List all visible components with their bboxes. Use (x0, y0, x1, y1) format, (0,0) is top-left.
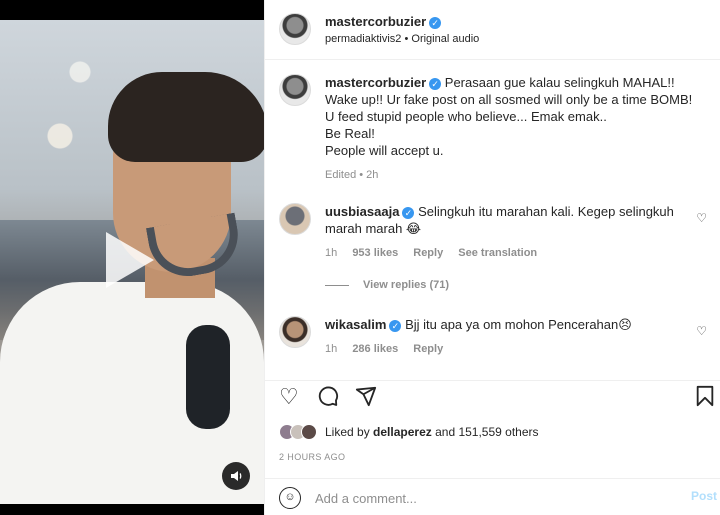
comment-time: 1h (325, 247, 338, 259)
see-translation-button[interactable]: See translation (458, 247, 537, 259)
sound-icon[interactable] (222, 462, 250, 490)
person-hair (108, 72, 264, 162)
caption-line: Perasaan gue kalau selingkuh MAHAL!! (444, 75, 675, 90)
emoji-icon[interactable]: ☺ (279, 487, 301, 509)
caption-avatar[interactable] (279, 74, 311, 106)
bookmark-glyph (696, 385, 714, 407)
comment-item: wikasalim ✓ Bjj itu apa ya om mohon Pence… (279, 316, 709, 366)
sunglasses (186, 325, 230, 429)
likes-prefix: Liked by (325, 425, 370, 439)
audio-subtitle[interactable]: permadiaktivis2 • Original audio (325, 33, 479, 45)
comment-item: uusbiasaaja ✓ Selingkuh itu marahan kali.… (279, 203, 709, 273)
post-details-panel: mastercorbuzier ✓ permadiaktivis2 • Origi… (264, 0, 720, 515)
verified-badge-icon: ✓ (429, 77, 442, 90)
reply-button[interactable]: Reply (413, 343, 443, 355)
caption-line: Be Real! (325, 126, 375, 141)
heart-icon[interactable]: ♡ (279, 385, 299, 409)
caption-line: People will accept u. (325, 143, 444, 158)
post-button[interactable]: Post (691, 489, 717, 503)
comment-likes[interactable]: 953 likes (352, 247, 398, 259)
caption-meta: Edited • 2h (325, 169, 379, 181)
liker-username[interactable]: dellaperez (373, 425, 432, 439)
caption-line: U feed stupid people who believe... Emak… (325, 109, 607, 124)
comment-input[interactable] (315, 487, 675, 509)
comment-glyph (318, 386, 339, 406)
comment-body: wikasalim ✓ Bjj itu apa ya om mohon Pence… (325, 316, 705, 358)
likes-suffix[interactable]: and 151,559 others (435, 425, 538, 439)
post-viewer: mastercorbuzier ✓ permadiaktivis2 • Origi… (0, 0, 720, 515)
play-icon[interactable] (106, 232, 154, 288)
comment-meta: 1h 286 likes Reply (325, 341, 705, 358)
comment-meta: 1h 953 likes Reply See translation (325, 245, 705, 262)
heart-icon[interactable]: ♡ (696, 211, 707, 225)
comment-text: Bjj itu apa ya om mohon Pencerahan😣 (405, 317, 632, 332)
author-avatar[interactable] (279, 13, 311, 45)
heart-icon[interactable]: ♡ (696, 324, 707, 338)
speaker-glyph (231, 471, 242, 481)
post-date: 2 HOURS AGO (279, 452, 346, 462)
comment-icon[interactable] (317, 385, 339, 412)
likes-text: Liked by dellaperez and 151,559 others (325, 425, 539, 439)
caption-line: Wake up!! Ur fake post on all sosmed wil… (325, 92, 693, 107)
caption-body: mastercorbuzier ✓ Perasaan gue kalau seli… (325, 74, 705, 184)
share-glyph (355, 386, 377, 407)
view-replies-button[interactable]: View replies (71) (325, 279, 449, 291)
commenter-avatar[interactable] (279, 203, 311, 235)
caption-username[interactable]: mastercorbuzier (325, 75, 426, 90)
verified-badge-icon: ✓ (402, 206, 415, 219)
caption: mastercorbuzier ✓ Perasaan gue kalau seli… (279, 74, 709, 184)
commenter-avatar[interactable] (279, 316, 311, 348)
action-bar: ♡ (265, 380, 720, 414)
view-replies-label: View replies (71) (363, 279, 450, 291)
comment-body: uusbiasaaja ✓ Selingkuh itu marahan kali.… (325, 203, 705, 262)
post-header: mastercorbuzier ✓ permadiaktivis2 • Origi… (265, 0, 720, 60)
verified-badge-icon: ✓ (389, 319, 402, 332)
reply-button[interactable]: Reply (413, 247, 443, 259)
author-username[interactable]: mastercorbuzier (325, 14, 426, 29)
comment-username[interactable]: uusbiasaaja (325, 204, 399, 219)
comments-list: mastercorbuzier ✓ Perasaan gue kalau seli… (265, 60, 720, 380)
header-text: mastercorbuzier ✓ permadiaktivis2 • Origi… (325, 14, 479, 45)
comment-time: 1h (325, 343, 338, 355)
add-comment-bar: ☺ Post (265, 478, 720, 515)
video-player[interactable] (0, 0, 264, 515)
verified-badge-icon: ✓ (429, 16, 442, 29)
liker-avatar (301, 424, 317, 440)
share-icon[interactable] (355, 385, 377, 412)
comment-username[interactable]: wikasalim (325, 317, 386, 332)
bookmark-icon[interactable] (695, 385, 715, 412)
likes-summary[interactable]: Liked by dellaperez and 151,559 others (279, 424, 539, 440)
divider-line (325, 284, 349, 286)
comment-likes[interactable]: 286 likes (352, 343, 398, 355)
